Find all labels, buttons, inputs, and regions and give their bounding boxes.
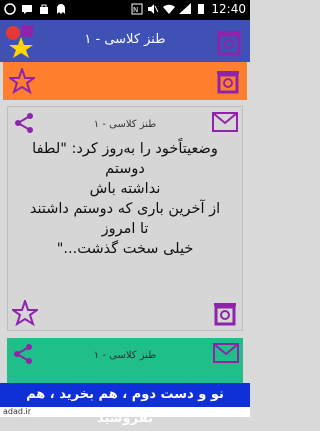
ad-banner[interactable]: نو و دست دوم ، هم بخرید ، هم بفروشید: [0, 383, 250, 426]
share-icon[interactable]: [11, 342, 35, 366]
card-item-2[interactable]: طنز کلاسی - ۱ وضعیتاًخود را به‌روز کرد: …: [7, 106, 243, 331]
share-icon[interactable]: [12, 111, 36, 135]
status-bar: N 12:40: [0, 0, 250, 20]
star-icon[interactable]: [12, 300, 38, 326]
ad-provider-label: adad.ir: [0, 407, 250, 417]
status-time: 12:40: [211, 2, 246, 16]
wifi-icon: [163, 4, 176, 14]
header-title: طنز کلاسی - ۱: [84, 32, 166, 47]
card-item-3[interactable]: طنز کلاسی - ۱: [7, 338, 243, 383]
card-title: طنز کلاسی - ۱: [93, 119, 157, 130]
delete-icon[interactable]: [214, 26, 244, 56]
svg-text:N: N: [133, 6, 138, 14]
card-item-1[interactable]: [3, 62, 247, 100]
whatsapp-icon: [4, 3, 16, 15]
card-text-line: نداشته باش: [89, 181, 161, 197]
card-title: طنز کلاسی - ۱: [93, 350, 157, 361]
delete-icon[interactable]: [215, 68, 241, 94]
delete-icon[interactable]: [212, 300, 238, 326]
battery-icon: [198, 4, 205, 14]
card-text: وضعیتاًخود را به‌روز کرد: "لطفا دوستم ند…: [16, 139, 234, 259]
mute-icon: [148, 4, 159, 14]
mail-icon[interactable]: [213, 343, 239, 363]
bag-icon: [40, 4, 48, 14]
mail-icon[interactable]: [212, 112, 238, 132]
status-right-icons: N 12:40: [131, 2, 246, 16]
card-text-line: از آخرین باری که دوستم داشتند: [29, 201, 221, 217]
ghost-icon: [57, 4, 65, 14]
nfc-icon: N: [131, 3, 143, 15]
app-logo-shapes-icon[interactable]: [4, 23, 38, 59]
app-header: طنز کلاسی - ۱: [0, 20, 250, 62]
status-left-icons: [4, 3, 67, 15]
card-text-line: تا امروز: [101, 221, 149, 237]
card-text-line: خیلی سخت گذشت...": [56, 241, 194, 257]
sms-icon: [22, 5, 32, 14]
card-text-line: وضعیتاًخود را به‌روز کرد: "لطفا دوستم: [32, 141, 218, 177]
signal-icon: [179, 3, 192, 14]
star-icon[interactable]: [9, 68, 35, 94]
